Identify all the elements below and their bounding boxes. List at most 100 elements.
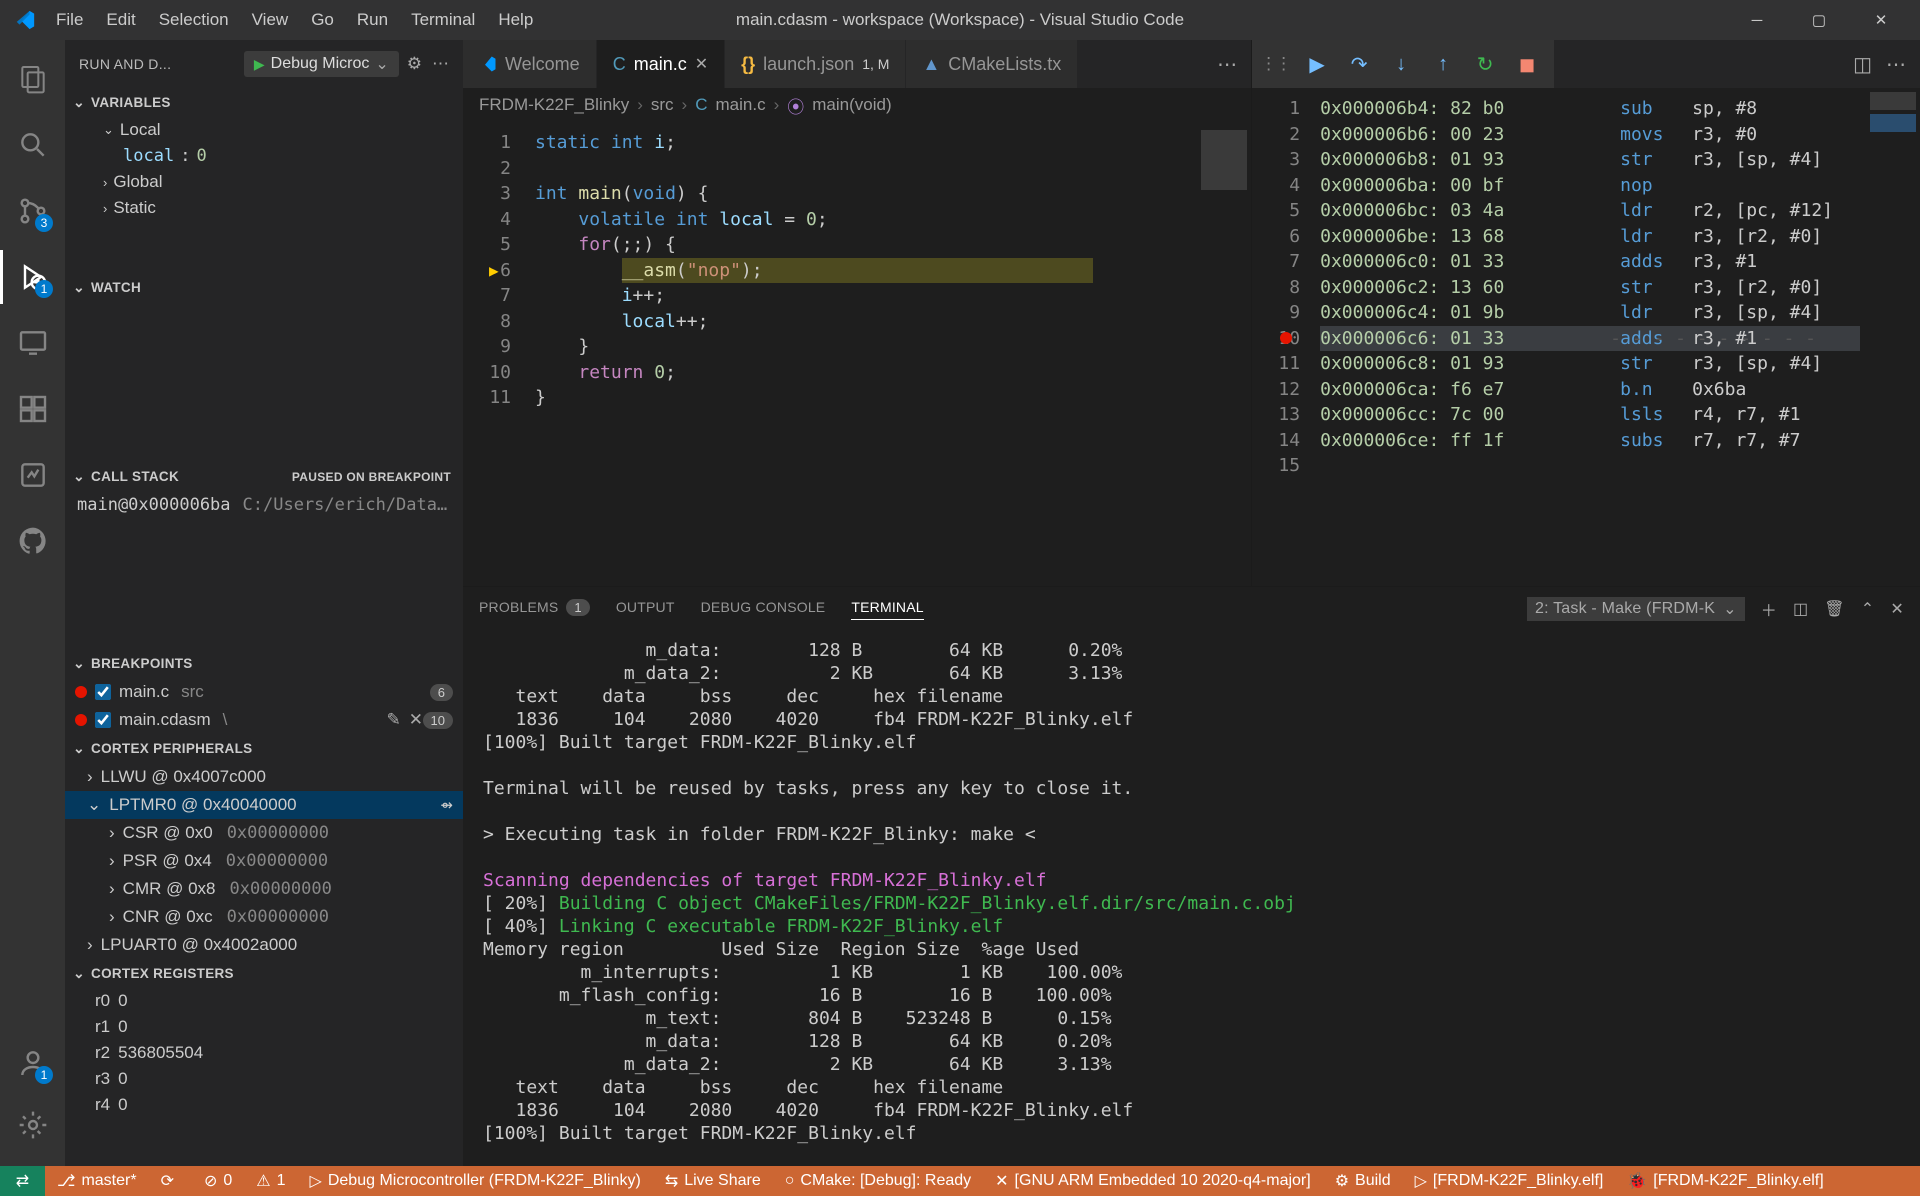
step-over-button[interactable]: ↷ (1340, 45, 1378, 83)
var-local[interactable]: local: 0 (65, 143, 463, 169)
status-item[interactable]: ▷[FRDM-K22F_Blinky.elf] (1403, 1166, 1616, 1196)
peripheral-register[interactable]: ›CNR @ 0xc0x00000000 (65, 903, 463, 931)
scm-icon[interactable]: 3 (0, 180, 65, 242)
breakpoint-row[interactable]: main.cdasm\ ✎✕ 10 (65, 706, 463, 734)
status-item[interactable]: ✕[GNU ARM Embedded 10 2020-q4-major] (983, 1166, 1323, 1196)
settings-icon[interactable] (0, 1094, 65, 1156)
register-row[interactable]: r30 (65, 1066, 463, 1092)
kill-terminal-icon[interactable]: 🗑 (1824, 599, 1845, 619)
tab-terminal[interactable]: TERMINAL (851, 599, 923, 620)
status-item[interactable]: ⇆Live Share (653, 1166, 773, 1196)
register-row[interactable]: r2536805504 (65, 1040, 463, 1066)
close-tab-icon[interactable]: ✕ (695, 54, 708, 74)
status-item[interactable]: ⚙Build (1323, 1166, 1403, 1196)
menu-go[interactable]: Go (301, 6, 344, 34)
continue-button[interactable]: ▶ (1298, 45, 1336, 83)
maximize-panel-icon[interactable]: ⌃ (1861, 599, 1875, 619)
scope-global[interactable]: ›Global (65, 169, 463, 195)
watch-section[interactable]: ⌄WATCH (65, 273, 463, 302)
status-item[interactable]: ⎇master* (45, 1166, 149, 1196)
close-panel-icon[interactable]: ✕ (1890, 599, 1904, 619)
breakpoint-checkbox[interactable] (95, 712, 111, 728)
peripheral-row[interactable]: ⌄LPTMR0 @ 0x40040000⇴ (65, 791, 463, 819)
callstack-section[interactable]: ⌄CALL STACKPAUSED ON BREAKPOINT (65, 462, 463, 491)
minimap-dasm[interactable] (1860, 88, 1920, 586)
tab-debug-console[interactable]: DEBUG CONSOLE (701, 599, 826, 619)
breakpoint-row[interactable]: main.csrc 6 (65, 678, 463, 706)
debug-config-dropdown[interactable]: ▶Debug Microc⌄ (244, 51, 399, 77)
editor-code[interactable]: static int i;int main(void) { volatile i… (523, 122, 1191, 586)
breadcrumb[interactable]: FRDM-K22F_Blinky› src› C main.c› ⦿ main(… (463, 88, 1251, 122)
more-icon[interactable]: ⋯ (1886, 52, 1906, 77)
peripheral-register[interactable]: ›CMR @ 0x80x00000000 (65, 875, 463, 903)
breakpoint-dot-icon[interactable] (1280, 332, 1292, 344)
explorer-icon[interactable] (0, 48, 65, 110)
terminal-output[interactable]: m_data: 128 B 64 KB 0.20% m_data_2: 2 KB… (463, 631, 1920, 1166)
register-row[interactable]: r40 (65, 1092, 463, 1118)
menu-edit[interactable]: Edit (96, 6, 145, 34)
registers-section[interactable]: ⌄CORTEX REGISTERS (65, 959, 463, 988)
minimap[interactable] (1191, 122, 1251, 586)
peripheral-row[interactable]: ›LPUART0 @ 0x4002a000 (65, 931, 463, 959)
status-item[interactable]: ⊘0 (192, 1166, 244, 1196)
dasm-code[interactable]: 0x000006b4: 82 b0subsp, #80x000006b6: 00… (1312, 88, 1860, 586)
extensions-icon[interactable] (0, 378, 65, 440)
step-out-button[interactable]: ↑ (1424, 45, 1462, 83)
scm-badge: 3 (35, 214, 53, 232)
scope-local[interactable]: ⌄Local (65, 117, 463, 143)
stop-button[interactable]: ◼ (1508, 45, 1546, 83)
editor-gutter[interactable]: 1234567891011 (463, 122, 523, 586)
more-icon[interactable]: ⋯ (432, 54, 449, 74)
close-button[interactable]: ✕ (1850, 0, 1912, 40)
variables-section[interactable]: ⌄VARIABLES (65, 88, 463, 117)
status-item[interactable]: 🐞[FRDM-K22F_Blinky.elf] (1615, 1166, 1835, 1196)
github-icon[interactable] (0, 510, 65, 572)
status-item[interactable]: ▷Debug Microcontroller (FRDM-K22F_Blinky… (298, 1166, 653, 1196)
breakpoint-checkbox[interactable] (95, 684, 111, 700)
accounts-icon[interactable]: 1 (0, 1032, 65, 1094)
maximize-button[interactable]: ▢ (1788, 0, 1850, 40)
pin-icon[interactable]: ⇴ (440, 796, 453, 814)
new-terminal-icon[interactable]: ＋ (1761, 597, 1777, 621)
tab-launch-json[interactable]: {}launch.json1, M (725, 40, 906, 88)
menu-terminal[interactable]: Terminal (401, 6, 485, 34)
split-right-icon[interactable]: ◫ (1853, 52, 1872, 77)
peripheral-register[interactable]: ›PSR @ 0x40x00000000 (65, 847, 463, 875)
restart-button[interactable]: ↻ (1466, 45, 1504, 83)
status-item[interactable]: ⚠1 (244, 1166, 297, 1196)
tab-cmakelists-tx[interactable]: ▲CMakeLists.tx (906, 40, 1078, 88)
tab-welcome[interactable]: Welcome (463, 40, 597, 88)
menu-file[interactable]: File (46, 6, 93, 34)
remove-icon[interactable]: ✕ (409, 710, 423, 730)
grip-icon[interactable]: ⋮⋮ (1260, 54, 1290, 74)
run-debug-icon[interactable]: 1 (0, 246, 65, 308)
edit-icon[interactable]: ✎ (387, 710, 401, 730)
terminal-selector[interactable]: 2: Task - Make (FRDM-K⌄ (1527, 597, 1745, 621)
peripheral-row[interactable]: ›LLWU @ 0x4007c000 (65, 763, 463, 791)
register-row[interactable]: r10 (65, 1014, 463, 1040)
stack-frame[interactable]: main@0x000006ba C:/Users/erich/Data/... (65, 491, 463, 519)
tab-overflow-icon[interactable]: ⋯ (1217, 52, 1237, 77)
gear-icon[interactable]: ⚙ (407, 54, 422, 74)
scope-static[interactable]: ›Static (65, 195, 463, 221)
minimize-button[interactable]: ─ (1726, 0, 1788, 40)
search-icon[interactable] (0, 114, 65, 176)
tab-problems[interactable]: PROBLEMS1 (479, 599, 590, 620)
menu-help[interactable]: Help (488, 6, 543, 34)
remote-indicator[interactable]: ⇄ (0, 1166, 45, 1196)
tab-output[interactable]: OUTPUT (616, 599, 675, 619)
register-row[interactable]: r00 (65, 988, 463, 1014)
breakpoints-section[interactable]: ⌄BREAKPOINTS (65, 649, 463, 678)
tab-main-c[interactable]: Cmain.c✕ (597, 40, 725, 88)
inspector-icon[interactable] (0, 444, 65, 506)
menu-run[interactable]: Run (347, 6, 398, 34)
remote-explorer-icon[interactable] (0, 312, 65, 374)
status-item[interactable]: ○CMake: [Debug]: Ready (773, 1166, 983, 1196)
peripheral-register[interactable]: ›CSR @ 0x00x00000000 (65, 819, 463, 847)
step-into-button[interactable]: ↓ (1382, 45, 1420, 83)
split-terminal-icon[interactable]: ◫ (1793, 599, 1808, 619)
peripherals-section[interactable]: ⌄CORTEX PERIPHERALS (65, 734, 463, 763)
status-item[interactable]: ⟳ (149, 1166, 192, 1196)
menu-view[interactable]: View (242, 6, 299, 34)
menu-selection[interactable]: Selection (149, 6, 239, 34)
